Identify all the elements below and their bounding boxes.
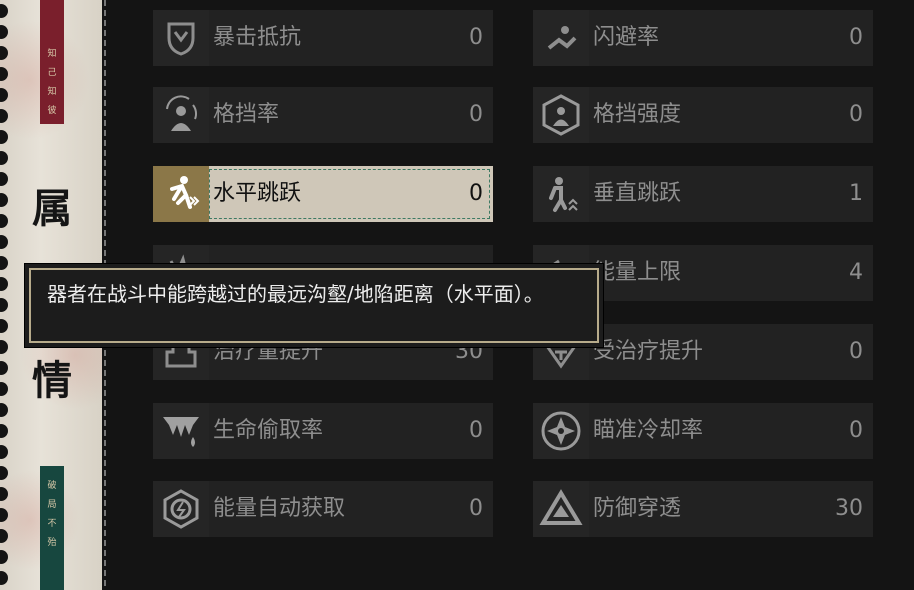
stat-def-pierce[interactable]: 防御穿透 30 <box>533 481 873 537</box>
stat-label: 生命偷取率 <box>213 418 324 443</box>
stat-value: 0 <box>469 418 483 443</box>
dodge-icon <box>533 10 589 66</box>
stat-energy-gain[interactable]: 能量自动获取 0 <box>153 481 493 537</box>
stat-label: 受治疗提升 <box>593 339 704 364</box>
title-char: 属 <box>32 185 72 232</box>
stat-label: 水平跳跃 <box>213 181 302 206</box>
stat-value: 4 <box>849 260 863 285</box>
binding-hole <box>0 214 8 228</box>
seal-char: 知 <box>47 49 57 59</box>
binding-hole <box>0 424 8 438</box>
stat-label: 闪避率 <box>593 25 660 50</box>
binding-hole <box>0 235 8 249</box>
stat-label: 能量上限 <box>593 260 682 285</box>
stat-dodge-rate[interactable]: 闪避率 0 <box>533 10 873 66</box>
binding-hole <box>0 487 8 501</box>
stat-tooltip: 器者在战斗中能跨越过的最远沟壑/地陷距离（水平面）。 <box>24 263 604 348</box>
binding-hole <box>0 571 8 585</box>
seal-char: 破 <box>47 481 57 491</box>
stat-label: 格挡强度 <box>593 102 682 127</box>
binding-hole <box>0 319 8 333</box>
stat-block-rate[interactable]: 格挡率 0 <box>153 87 493 143</box>
stat-label: 暴击抵抗 <box>213 25 302 50</box>
stat-value: 0 <box>469 102 483 127</box>
binding-hole <box>0 46 8 60</box>
block-figure-icon <box>153 87 209 143</box>
seal-bottom: 破 局 不 殆 <box>40 466 64 590</box>
binding-hole <box>0 130 8 144</box>
stat-crit-resist[interactable]: 暴击抵抗 0 <box>153 10 493 66</box>
binding-hole <box>0 109 8 123</box>
seal-char: 殆 <box>47 538 57 548</box>
stat-life-steal[interactable]: 生命偷取率 0 <box>153 403 493 459</box>
stat-value: 0 <box>849 339 863 364</box>
stat-label: 能量自动获取 <box>213 496 346 521</box>
binding-hole <box>0 298 8 312</box>
stat-label: 瞄准冷却率 <box>593 418 704 443</box>
binding-hole <box>0 550 8 564</box>
energy-gain-icon <box>153 481 209 537</box>
stat-value: 0 <box>469 181 483 206</box>
binding-hole <box>0 25 8 39</box>
seal-char: 彼 <box>47 106 57 116</box>
stat-value: 0 <box>849 102 863 127</box>
stat-label: 垂直跳跃 <box>593 181 682 206</box>
shield-icon <box>153 10 209 66</box>
stat-horizontal-jump[interactable]: 水平跳跃 0 <box>153 166 493 222</box>
tooltip-text: 器者在战斗中能跨越过的最远沟壑/地陷距离（水平面）。 <box>29 268 599 343</box>
binding-hole <box>0 466 8 480</box>
binding-hole <box>0 529 8 543</box>
seal-char: 己 <box>47 68 57 78</box>
stat-label: 防御穿透 <box>593 496 682 521</box>
binding-hole <box>0 4 8 18</box>
binding-hole <box>0 403 8 417</box>
binding-hole <box>0 172 8 186</box>
binding-hole <box>0 361 8 375</box>
binding-hole <box>0 256 8 270</box>
stat-value: 1 <box>849 181 863 206</box>
stat-value: 30 <box>835 496 863 521</box>
binding-hole <box>0 445 8 459</box>
binding-hole <box>0 193 8 207</box>
binding-hole <box>0 88 8 102</box>
stat-aim-cooldown[interactable]: 瞄准冷却率 0 <box>533 403 873 459</box>
stat-value: 0 <box>469 25 483 50</box>
pierce-icon <box>533 481 589 537</box>
seal-char: 知 <box>47 87 57 97</box>
stat-value: 0 <box>469 496 483 521</box>
stat-label: 格挡率 <box>213 102 280 127</box>
stat-block-strength[interactable]: 格挡强度 0 <box>533 87 873 143</box>
stat-value: 0 <box>849 25 863 50</box>
crosshair-icon <box>533 403 589 459</box>
fang-drop-icon <box>153 403 209 459</box>
binding-hole <box>0 67 8 81</box>
title-char: 情 <box>32 357 72 404</box>
block-hex-icon <box>533 87 589 143</box>
binding-hole <box>0 340 8 354</box>
seal-char: 局 <box>47 500 57 510</box>
binding-hole <box>0 382 8 396</box>
stat-vertical-jump[interactable]: 垂直跳跃 1 <box>533 166 873 222</box>
stat-value: 0 <box>849 418 863 443</box>
binding-hole <box>0 151 8 165</box>
seal-char: 不 <box>47 519 57 529</box>
binding-hole <box>0 508 8 522</box>
binding-hole <box>0 277 8 291</box>
binding-holes <box>0 0 14 590</box>
vertical-jump-icon <box>533 166 589 222</box>
running-jump-icon <box>153 166 209 222</box>
seal-top: 知 己 知 彼 <box>40 0 64 124</box>
